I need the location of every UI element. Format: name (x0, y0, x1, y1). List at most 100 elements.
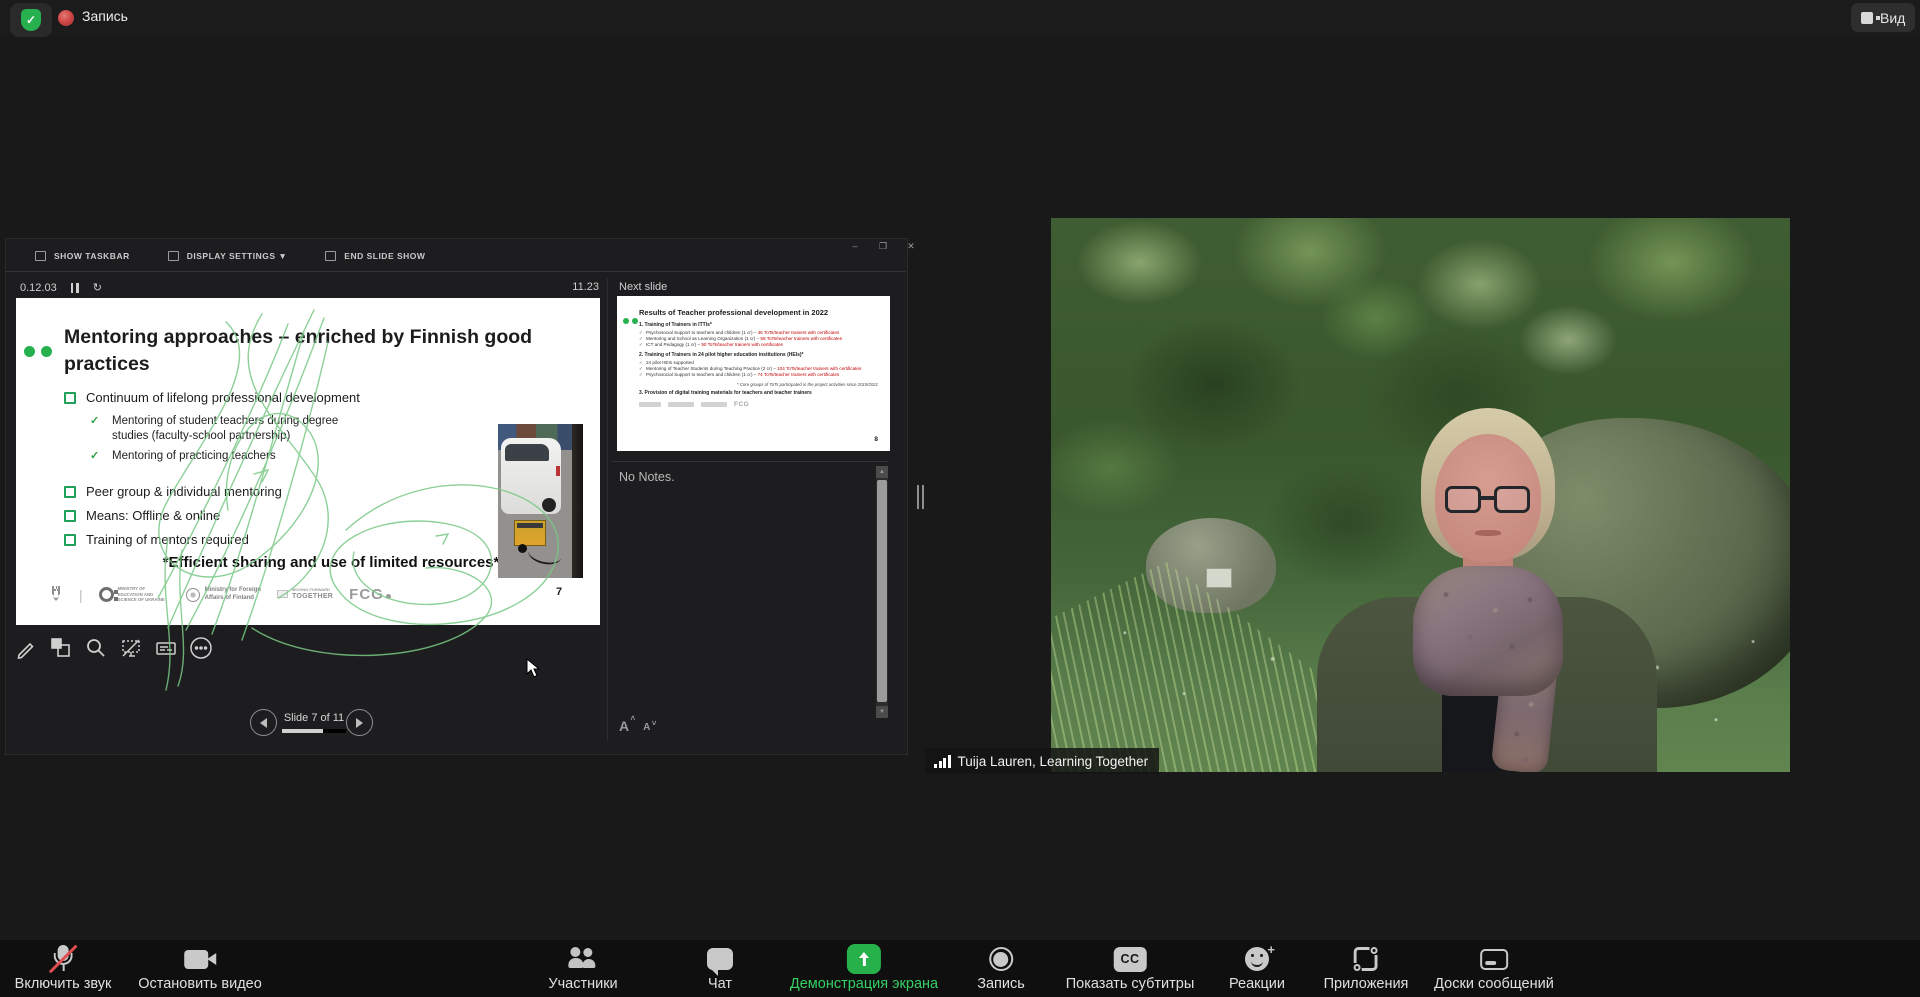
unmute-label: Включить звук (15, 976, 112, 992)
participants-button[interactable]: Участники (548, 940, 617, 992)
share-screen-button[interactable]: Демонстрация экрана (790, 940, 938, 992)
annotation-toolbar (14, 636, 213, 660)
current-slide: Mentoring approaches – enriched by Finni… (16, 298, 600, 625)
together-logo-text: MOVING FORWARDTOGETHER (292, 588, 333, 600)
black-screen-icon[interactable] (119, 636, 143, 660)
meeting-control-bar: Включить звук Остановить видео Участники… (0, 940, 1920, 997)
speaker-glasses (1445, 486, 1531, 516)
whiteboards-button[interactable]: Доски сообщений (1434, 940, 1554, 992)
show-taskbar-label: SHOW TASKBAR (54, 251, 130, 261)
camera-icon (184, 950, 216, 969)
muted-microphone-icon (50, 945, 76, 973)
notes-placeholder: No Notes. (619, 470, 675, 484)
chat-label: Чат (708, 976, 732, 992)
stop-video-label: Остановить видео (138, 976, 262, 992)
slide-bullet: Means: Offline & online (64, 508, 404, 523)
preview-section-heading: 2. Training of Trainers in 24 pilot high… (639, 352, 882, 358)
share-screen-label: Демонстрация экрана (790, 976, 938, 992)
presentation-timer: 0.12.03 ↻ (20, 281, 102, 294)
preview-brand-dot (632, 318, 638, 324)
show-taskbar-button[interactable]: SHOW TASKBAR (35, 251, 130, 261)
whiteboard-icon (1480, 949, 1508, 970)
show-captions-label: Показать субтитры (1066, 976, 1195, 992)
share-screen-icon (847, 944, 881, 974)
restart-timer-icon[interactable]: ↻ (93, 281, 102, 294)
slide-body: Continuum of lifelong professional devel… (64, 390, 404, 556)
next-slide-label: Next slide (619, 281, 667, 293)
more-options-icon[interactable] (189, 636, 213, 660)
pause-timer-icon[interactable] (71, 283, 79, 293)
unmute-button[interactable]: Включить звук (15, 940, 112, 992)
preview-item: Psychosocial Support to teachers and chi… (639, 372, 882, 378)
minimize-icon[interactable]: – (848, 241, 862, 252)
speaker-video-tile (1051, 218, 1790, 772)
whiteboards-label: Доски сообщений (1434, 976, 1554, 992)
speaker-face (1435, 434, 1541, 562)
scrollbar-thumb[interactable] (877, 480, 887, 702)
see-all-slides-icon[interactable] (49, 636, 73, 660)
next-slide-button[interactable] (346, 709, 373, 736)
meeting-security-button[interactable]: ✓ (10, 3, 52, 37)
presenter-menu-bar: SHOW TASKBAR DISPLAY SETTINGS ▼ END SLID… (5, 241, 906, 272)
meeting-topbar: ✓ Запись Вид (0, 0, 1920, 36)
display-settings-icon (168, 251, 179, 261)
participants-label: Участники (548, 976, 617, 992)
slide-brand-dot (41, 346, 52, 357)
panel-resize-handle[interactable] (917, 485, 924, 509)
show-captions-button[interactable]: CC Показать субтитры (1066, 940, 1195, 992)
slide-check-item: Mentoring of practicing teachers (88, 449, 404, 464)
subtitles-icon[interactable] (154, 636, 178, 660)
ukraine-trident-icon (50, 586, 63, 603)
display-settings-button[interactable]: DISPLAY SETTINGS ▼ (168, 251, 288, 261)
increase-font-button[interactable]: A (619, 718, 629, 734)
slide-photo-car-generator (498, 424, 583, 578)
record-button[interactable]: Запись (977, 940, 1025, 992)
restore-icon[interactable]: ❐ (876, 241, 890, 252)
record-label: Запись (977, 976, 1025, 992)
ministry-foreign-affairs-finland-logo: Ministry for ForeignAffairs of Finland (186, 587, 261, 602)
zoom-slide-icon[interactable] (84, 636, 108, 660)
preview-item: ICT and Pedagogy (1 cr) – 90 ToTs/teache… (639, 342, 882, 348)
close-icon[interactable]: ✕ (904, 241, 918, 252)
previous-slide-button[interactable] (250, 709, 277, 736)
reactions-label: Реакции (1229, 976, 1285, 992)
speaker-name-tag: Tuija Lauren, Learning Together (925, 748, 1159, 774)
zoom-meeting-window: ✓ Запись Вид SHOW TASKBAR DISPLAY SETTIN… (0, 0, 1920, 997)
view-button[interactable]: Вид (1851, 3, 1915, 32)
notes-scrollbar[interactable]: ▲ ▼ (876, 466, 888, 718)
preview-fcg-logo: FCG (734, 401, 749, 408)
scroll-down-icon[interactable]: ▼ (876, 706, 888, 718)
apps-label: Приложения (1324, 976, 1409, 992)
end-slide-show-icon (325, 251, 336, 261)
scroll-up-icon[interactable]: ▲ (876, 466, 888, 478)
next-arrow-icon (356, 718, 363, 728)
slide-title: Mentoring approaches – enriched by Finni… (64, 324, 544, 379)
end-slide-show-label: END SLIDE SHOW (344, 251, 425, 261)
eu-together-logo: MOVING FORWARDTOGETHER (277, 588, 333, 600)
next-slide-preview[interactable]: Results of Teacher professional developm… (617, 296, 890, 451)
notes-divider (612, 461, 888, 462)
decrease-font-button[interactable]: A (643, 722, 650, 734)
slide-page-number: 7 (556, 586, 562, 598)
record-icon (989, 947, 1013, 971)
reactions-button[interactable]: + Реакции (1229, 940, 1285, 992)
end-slide-show-button[interactable]: END SLIDE SHOW (325, 251, 425, 261)
security-shield-icon: ✓ (21, 9, 41, 31)
slide-emphasis-text: *Efficient sharing and use of limited re… (106, 554, 556, 571)
chat-button[interactable]: Чат (707, 940, 733, 992)
participants-icon (568, 947, 598, 971)
background-grass (1051, 562, 1331, 772)
background-sign (1206, 568, 1232, 588)
current-time: 11.23 (565, 281, 599, 293)
logo-divider: | (79, 587, 83, 603)
presenter-panel-divider (607, 278, 608, 740)
moe-logo-icon (99, 587, 114, 602)
slide-footer-logos: | Ministry of Education and Science of U… (50, 586, 470, 603)
signal-strength-icon (934, 755, 951, 768)
apps-button[interactable]: Приложения (1324, 940, 1409, 992)
stop-video-button[interactable]: Остановить видео (138, 940, 262, 992)
pen-tool-icon[interactable] (14, 636, 38, 660)
preview-section-heading: 1. Training of Trainers in ITTIs* (639, 322, 882, 328)
recording-indicator-icon (58, 10, 74, 26)
slide-progress-bar (282, 729, 346, 733)
